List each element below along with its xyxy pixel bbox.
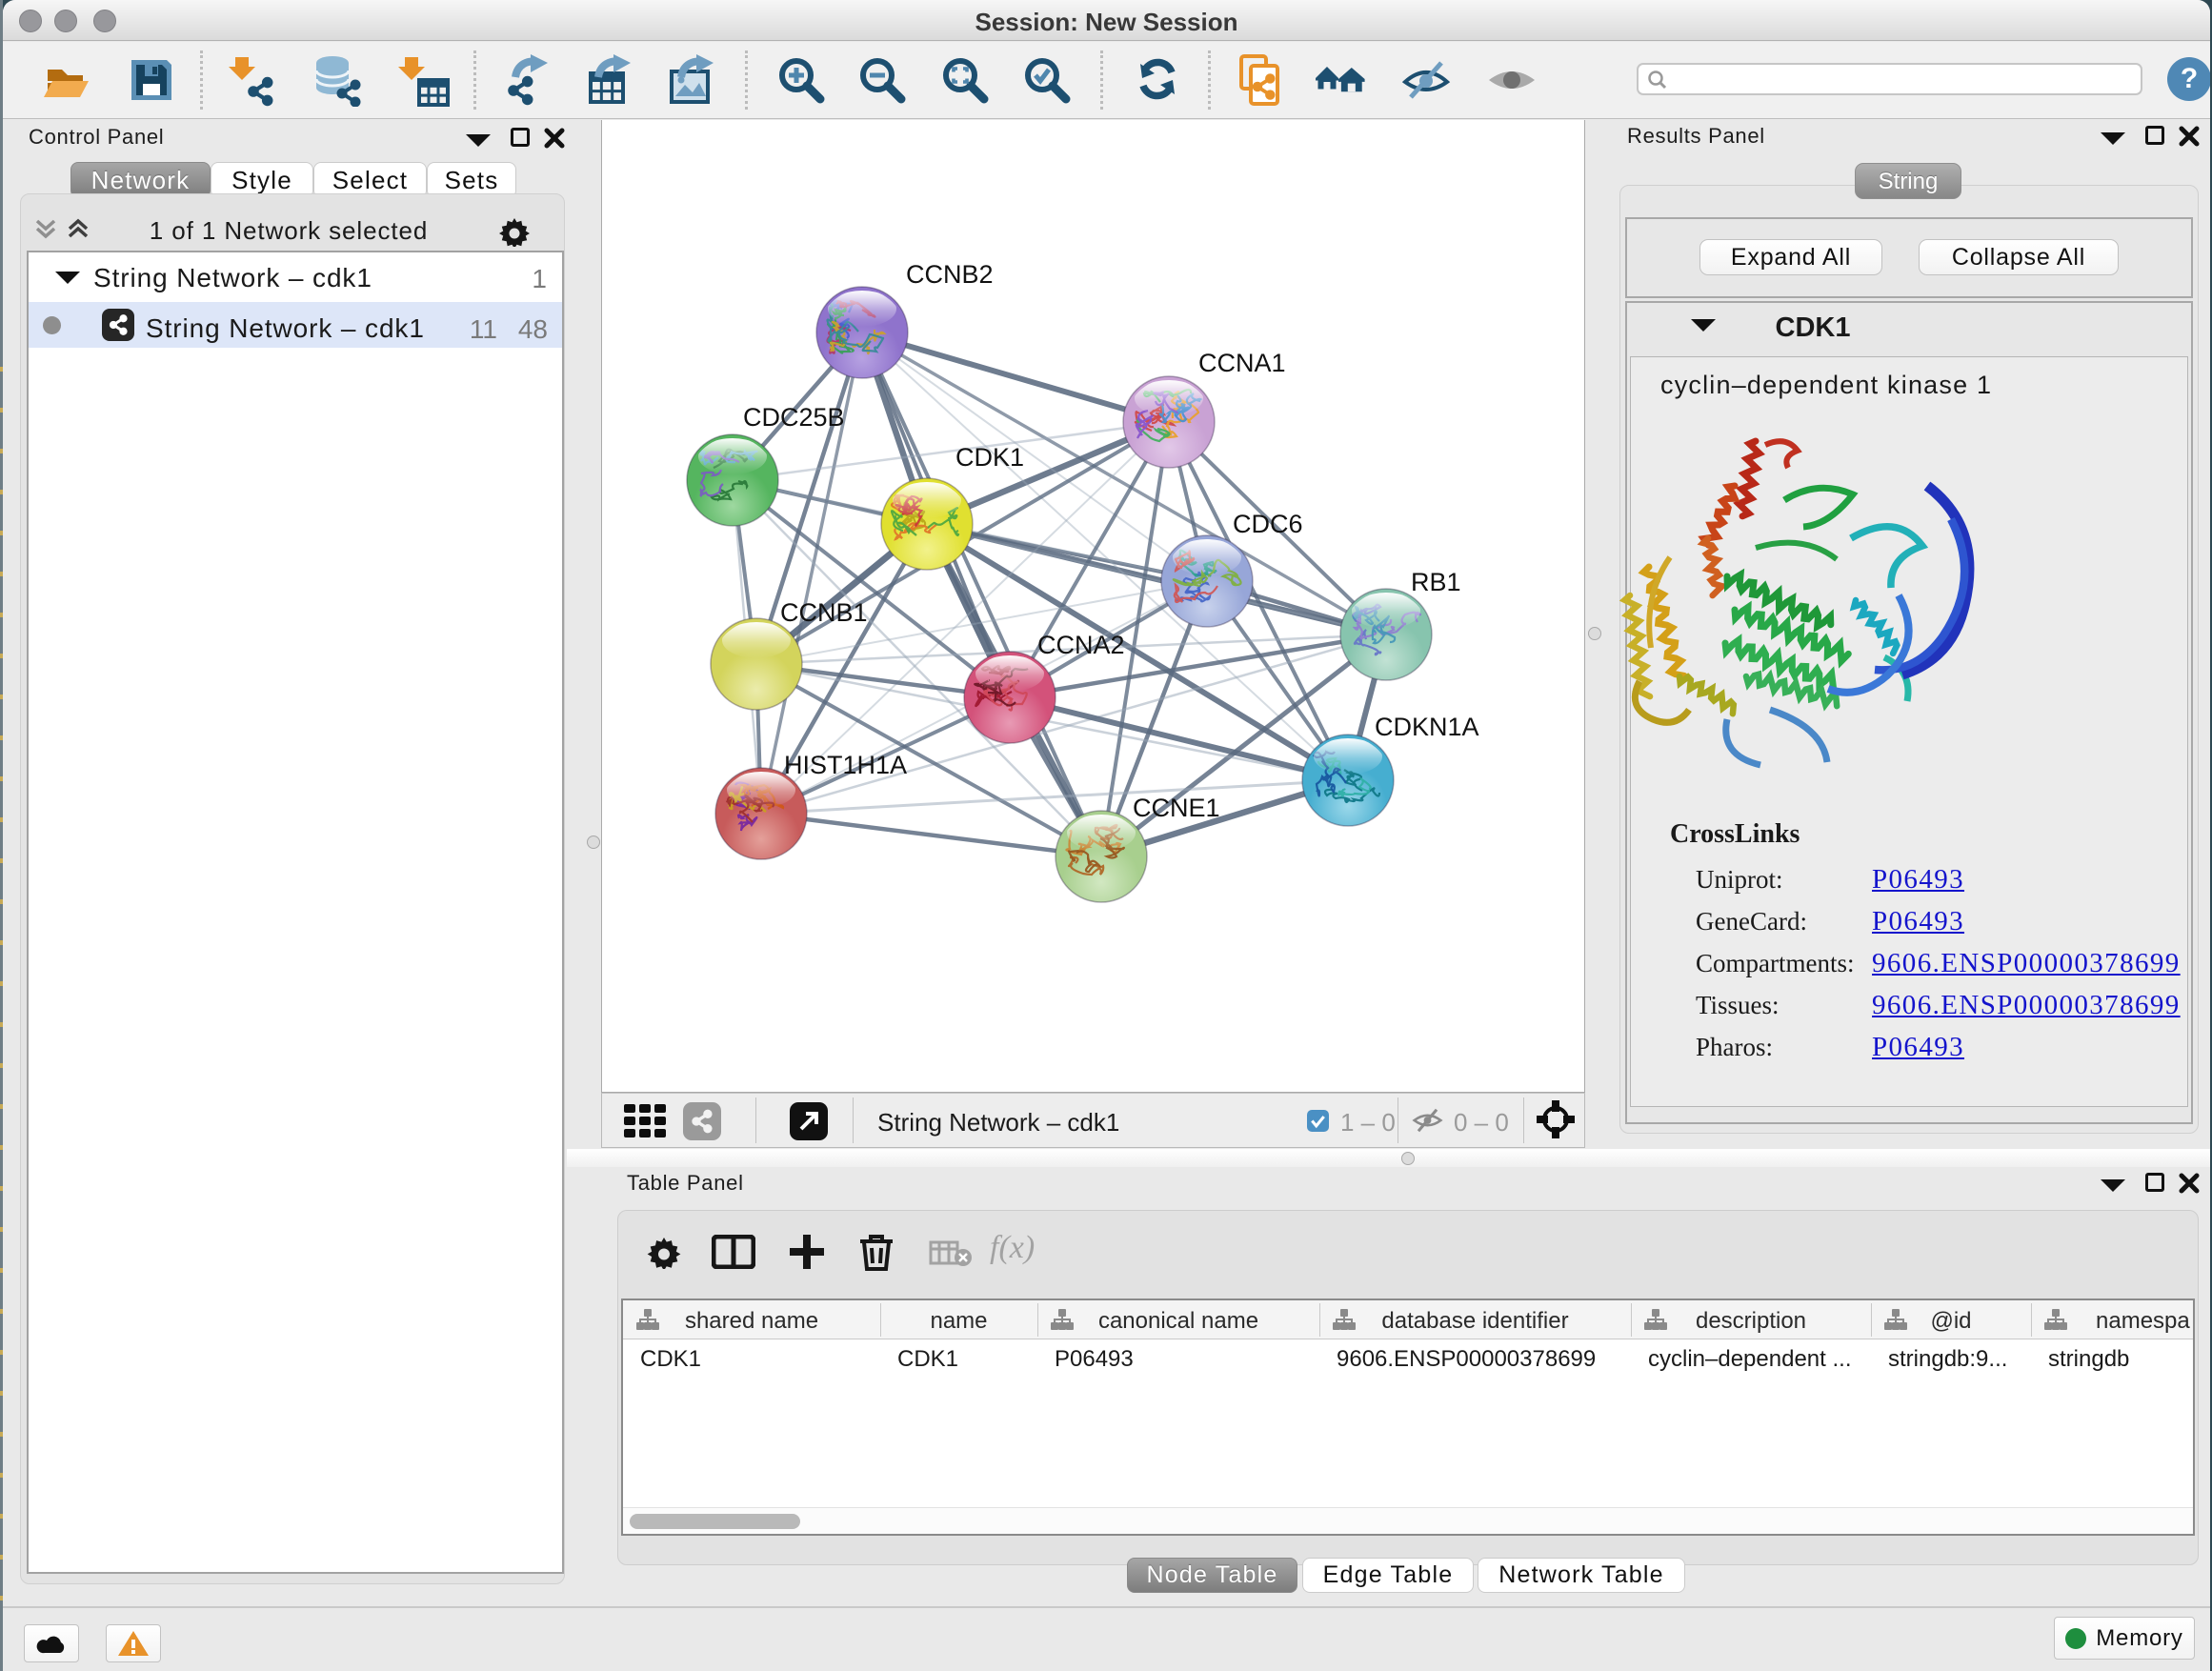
svg-text:CDKN1A: CDKN1A: [1375, 713, 1479, 741]
svg-text:CCNA2: CCNA2: [1037, 631, 1125, 659]
svg-text:RB1: RB1: [1411, 568, 1461, 596]
svg-text:CCNB1: CCNB1: [780, 598, 868, 627]
svg-text:CCNB2: CCNB2: [906, 260, 994, 289]
svg-text:CDC25B: CDC25B: [743, 403, 845, 432]
svg-text:CCNA1: CCNA1: [1198, 349, 1286, 377]
svg-text:CDK1: CDK1: [955, 443, 1024, 472]
svg-text:CCNE1: CCNE1: [1133, 794, 1220, 822]
svg-text:CDC6: CDC6: [1233, 510, 1303, 538]
svg-text:HIST1H1A: HIST1H1A: [784, 751, 907, 779]
